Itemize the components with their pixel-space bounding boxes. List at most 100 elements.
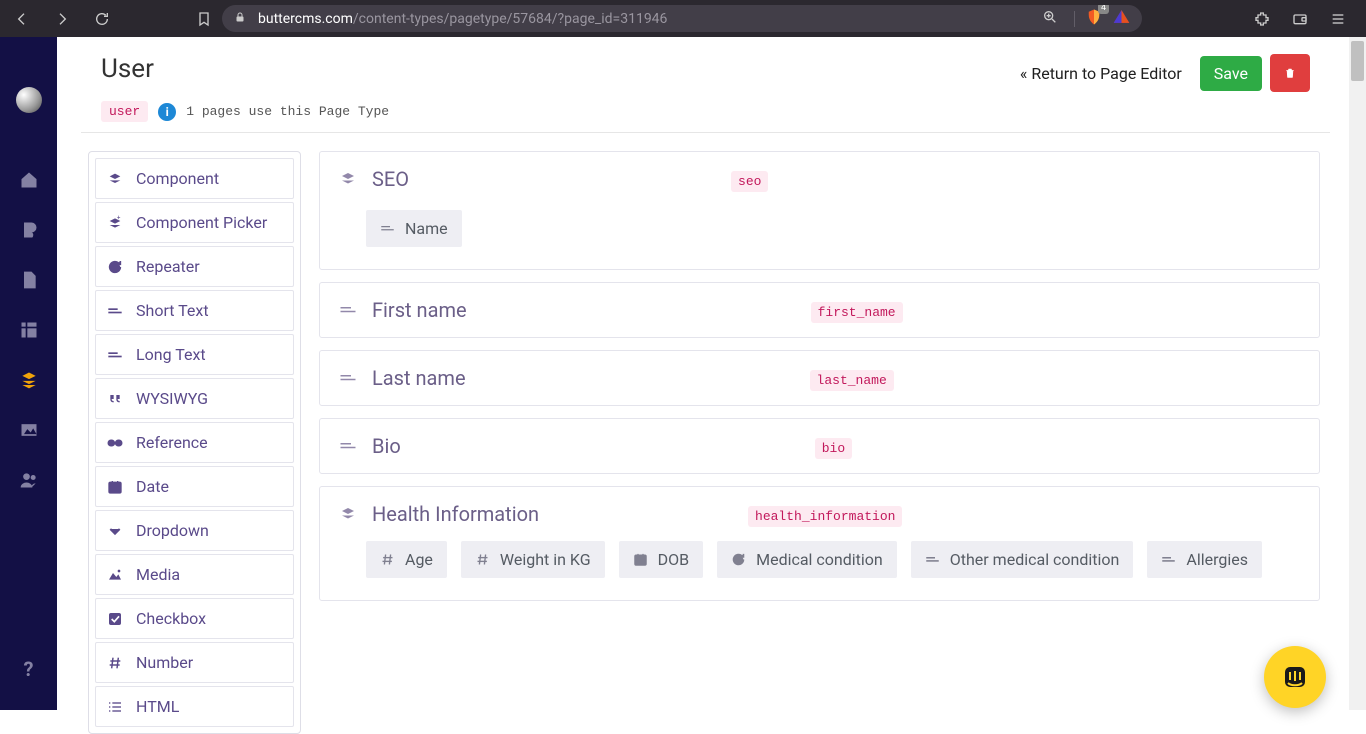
save-button[interactable]: Save <box>1200 56 1262 91</box>
return-to-editor-link[interactable]: Return to Page Editor <box>1020 64 1182 83</box>
nav-home-icon[interactable] <box>18 169 40 191</box>
browser-toolbar: buttercms.com /content-types/pagetype/57… <box>0 0 1366 37</box>
schema-fields: SEO seo Name First name <box>319 151 1330 734</box>
lock-icon <box>234 10 246 28</box>
link-icon <box>106 434 124 452</box>
hash-icon <box>380 552 395 567</box>
layers-icon <box>338 504 358 524</box>
svg-text:+: + <box>117 215 121 222</box>
field-first-name[interactable]: First name first_name <box>319 282 1320 338</box>
quote-icon <box>106 390 124 408</box>
child-medical-condition[interactable]: Medical condition <box>717 541 897 578</box>
app-sidebar: ? <box>0 37 57 710</box>
repeat-icon <box>731 552 746 567</box>
short-text-icon <box>338 300 358 320</box>
list-icon <box>106 698 124 716</box>
nav-help-icon[interactable]: ? <box>18 658 40 680</box>
palette-item-repeater[interactable]: Repeater <box>95 246 294 287</box>
scrollbar[interactable] <box>1349 37 1366 710</box>
short-text-icon <box>106 346 124 364</box>
repeat-icon <box>106 258 124 276</box>
extensions-icon[interactable] <box>1254 11 1270 27</box>
field-label: Health Information <box>372 502 539 526</box>
wallet-icon[interactable] <box>1292 11 1308 27</box>
date-icon <box>633 552 648 567</box>
nav-media-icon[interactable] <box>18 419 40 441</box>
url-host: buttercms.com <box>258 11 353 27</box>
palette-item-checkbox[interactable]: Checkbox <box>95 598 294 639</box>
child-weight-in-kg[interactable]: Weight in KG <box>461 541 605 578</box>
reload-button[interactable] <box>94 11 110 27</box>
short-text-icon <box>106 302 124 320</box>
palette-item-wysiwyg[interactable]: WYSIWYG <box>95 378 294 419</box>
palette-item-reference[interactable]: Reference <box>95 422 294 463</box>
field-seo[interactable]: SEO seo Name <box>319 151 1320 270</box>
field-slug: last_name <box>810 370 894 391</box>
field-slug: seo <box>731 171 768 192</box>
forward-button[interactable] <box>54 11 70 27</box>
nav-pages-icon[interactable] <box>18 269 40 291</box>
nav-collections-icon[interactable] <box>18 319 40 341</box>
brave-shield-icon[interactable]: 4 <box>1085 8 1103 30</box>
info-icon[interactable]: i <box>158 103 176 121</box>
palette-item-number[interactable]: Number <box>95 642 294 683</box>
hash-icon <box>106 654 124 672</box>
main-area: User Return to Page Editor Save user i 1… <box>57 37 1366 710</box>
health-children: Age Weight in KG DOB Medical condition Other… <box>320 541 1319 600</box>
address-bar[interactable]: buttercms.com /content-types/pagetype/57… <box>222 5 1142 32</box>
nav-users-icon[interactable] <box>18 469 40 491</box>
intercom-launcher[interactable] <box>1264 646 1326 708</box>
child-age[interactable]: Age <box>366 541 447 578</box>
check-icon <box>106 610 124 628</box>
avatar[interactable] <box>16 87 42 113</box>
field-label: SEO <box>372 167 409 191</box>
child-dob[interactable]: DOB <box>619 541 703 578</box>
page-title: User <box>101 54 154 84</box>
page-type-slug: user <box>101 101 148 122</box>
brave-rewards-icon[interactable] <box>1113 9 1130 28</box>
short-text-icon <box>925 552 940 567</box>
field-slug: first_name <box>811 302 903 323</box>
palette-item-media[interactable]: Media <box>95 554 294 595</box>
field-label: Bio <box>372 434 401 458</box>
field-health-information[interactable]: Health Information health_information Ag… <box>319 486 1320 601</box>
bookmark-icon[interactable] <box>196 11 212 27</box>
child-other-medical-condition[interactable]: Other medical condition <box>911 541 1134 578</box>
field-type-palette: Component+Component PickerRepeaterShort … <box>88 151 301 734</box>
palette-item-date[interactable]: Date <box>95 466 294 507</box>
short-text-icon <box>1161 552 1176 567</box>
hash-icon <box>475 552 490 567</box>
field-bio[interactable]: Bio bio <box>319 418 1320 474</box>
nav-blog-icon[interactable] <box>18 219 40 241</box>
short-text-icon <box>338 436 358 456</box>
chevron-down-icon <box>106 522 124 540</box>
field-label: Last name <box>372 366 466 390</box>
child-allergies[interactable]: Allergies <box>1147 541 1262 578</box>
shield-count-badge: 4 <box>1098 5 1109 14</box>
palette-item-component[interactable]: Component <box>95 158 294 199</box>
layers-icon <box>338 169 358 189</box>
url-path: /content-types/pagetype/57684/?page_id=3… <box>353 11 668 27</box>
back-button[interactable] <box>14 11 30 27</box>
page-header: User Return to Page Editor Save user i 1… <box>81 37 1330 133</box>
field-child-name[interactable]: Name <box>366 210 462 247</box>
field-label: First name <box>372 298 467 322</box>
nav-content-types-icon[interactable] <box>18 369 40 391</box>
palette-item-short-text[interactable]: Short Text <box>95 290 294 331</box>
short-text-icon <box>380 221 395 236</box>
palette-item-html[interactable]: HTML <box>95 686 294 727</box>
usage-text: 1 pages use this Page Type <box>186 104 389 119</box>
zoom-icon[interactable] <box>1042 9 1058 29</box>
field-last-name[interactable]: Last name last_name <box>319 350 1320 406</box>
short-text-icon <box>338 368 358 388</box>
layers-plus-icon: + <box>106 214 124 232</box>
delete-button[interactable] <box>1270 54 1310 92</box>
menu-icon[interactable] <box>1330 11 1346 27</box>
layers-icon <box>106 170 124 188</box>
field-slug: health_information <box>748 506 902 527</box>
date-icon <box>106 478 124 496</box>
palette-item-long-text[interactable]: Long Text <box>95 334 294 375</box>
palette-item-dropdown[interactable]: Dropdown <box>95 510 294 551</box>
field-slug: bio <box>815 438 852 459</box>
palette-item-component-picker[interactable]: +Component Picker <box>95 202 294 243</box>
